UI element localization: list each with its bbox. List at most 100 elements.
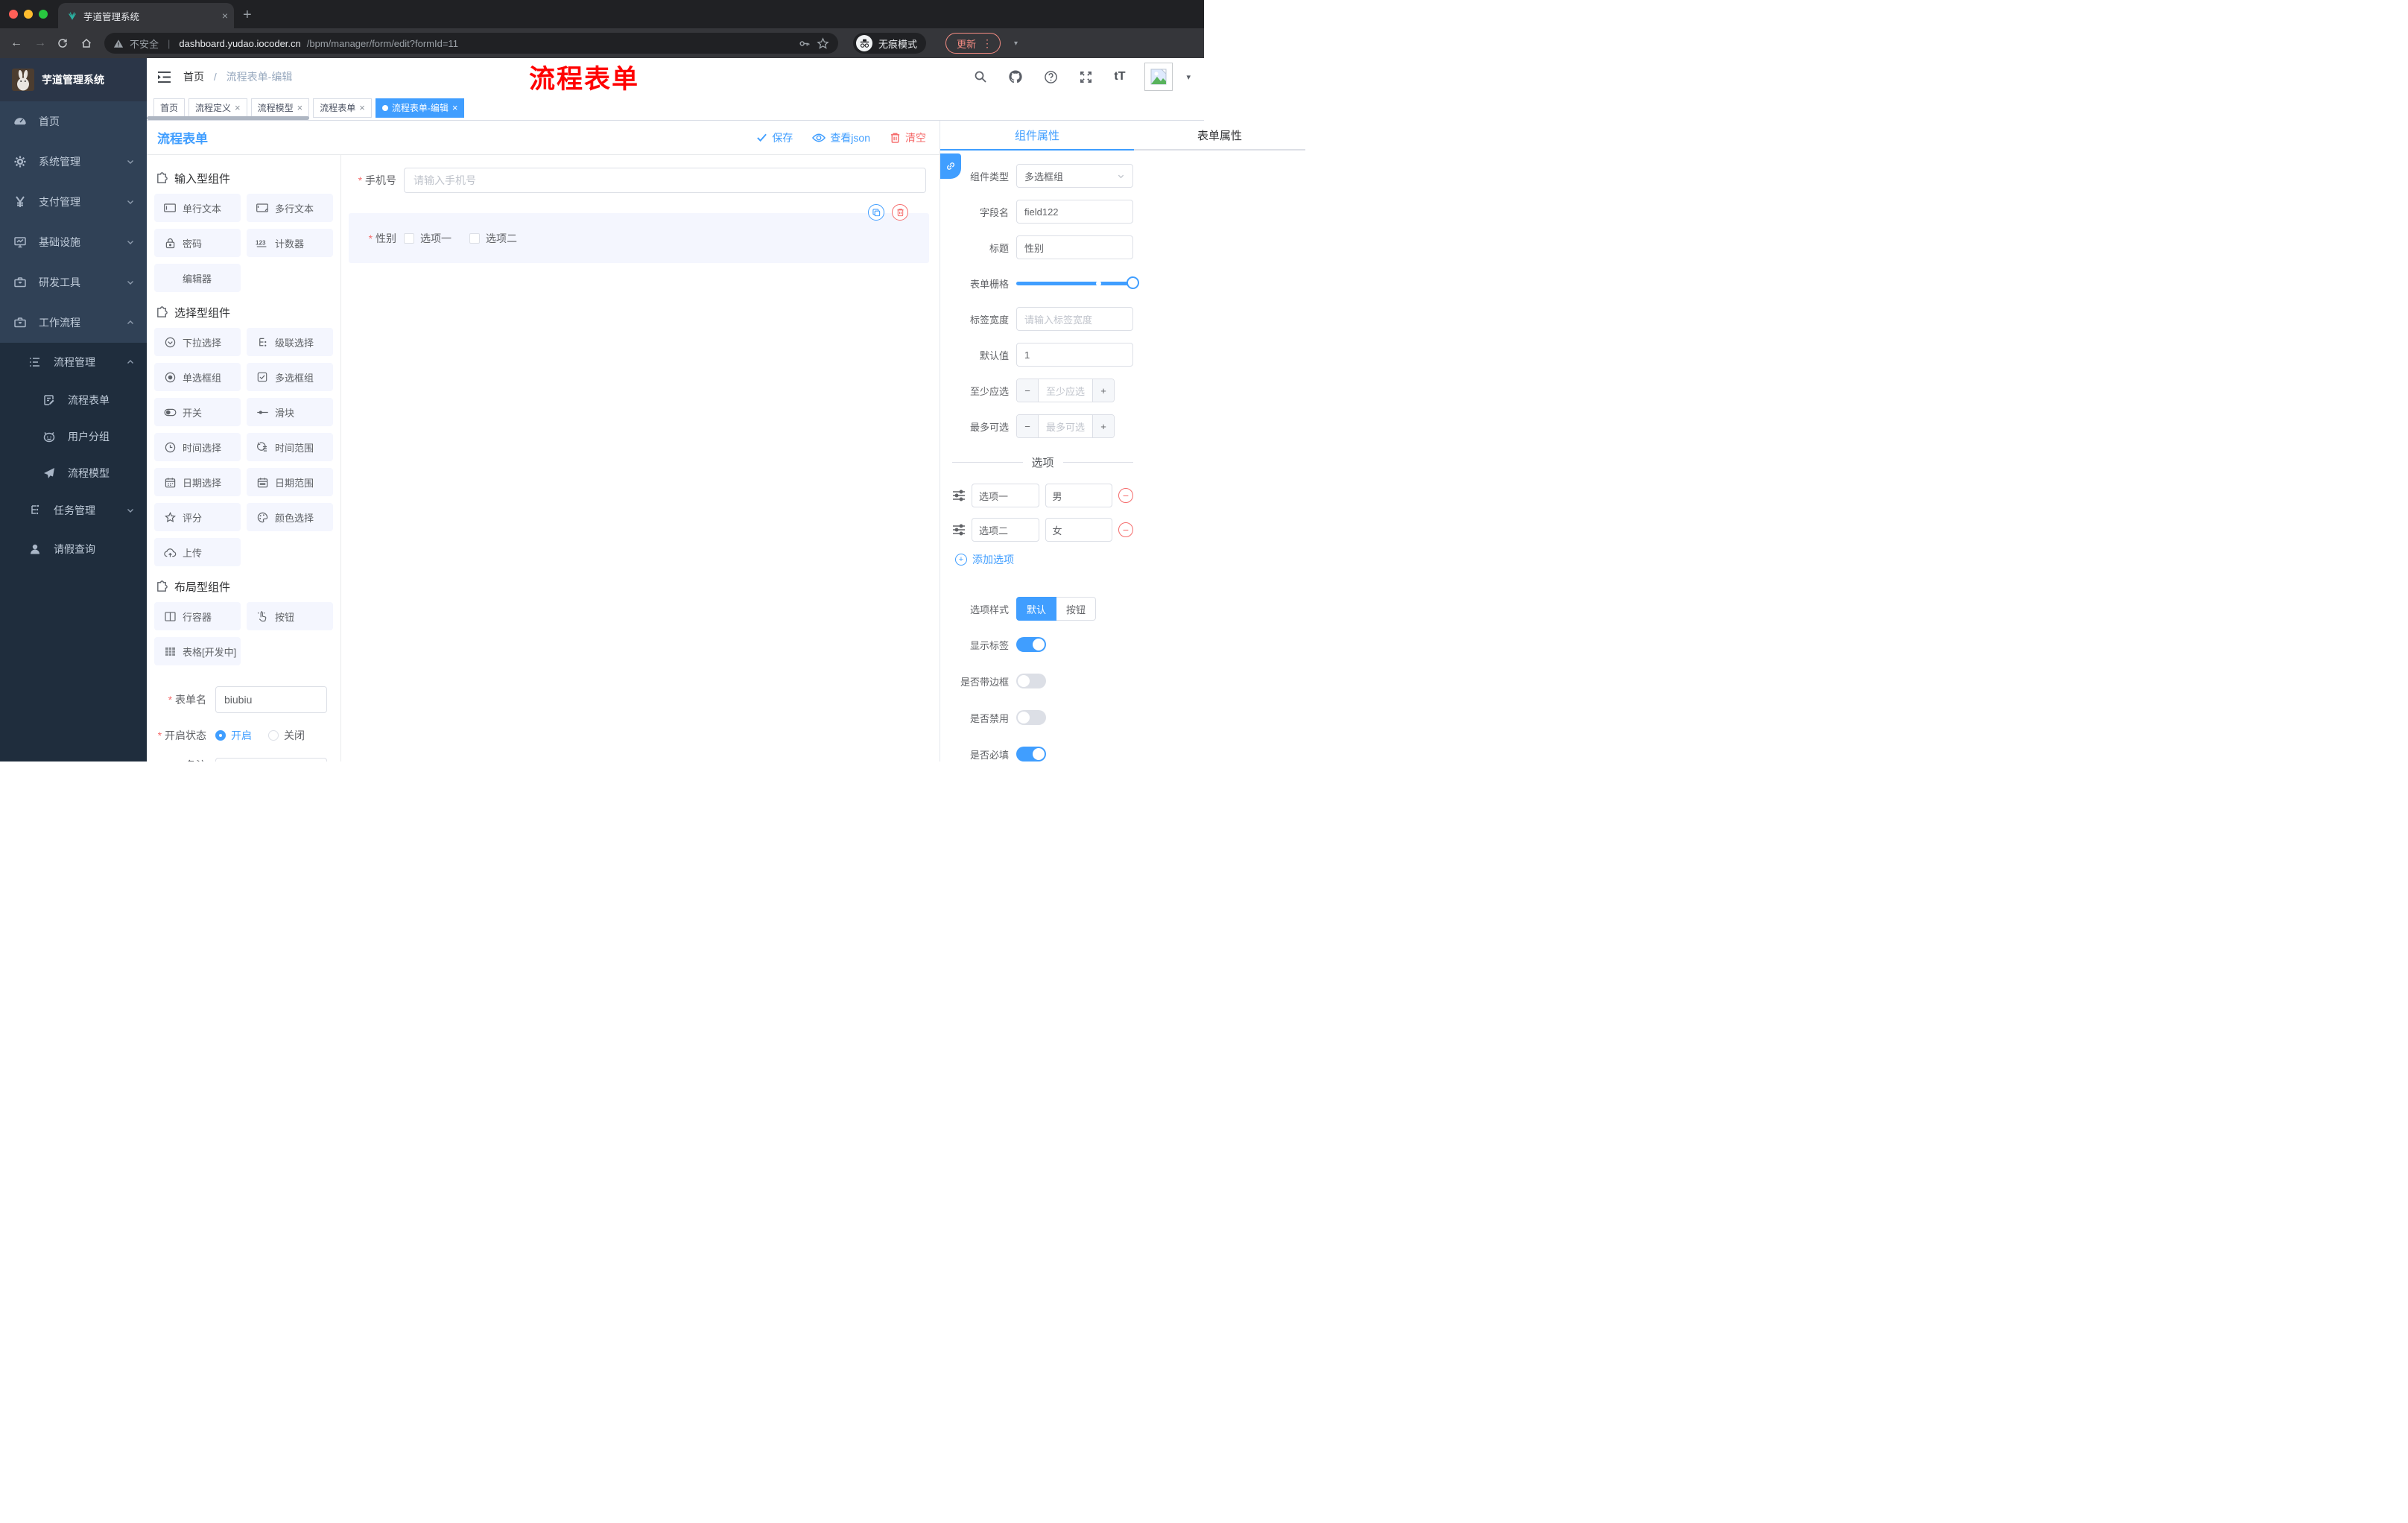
avatar[interactable] [1144, 63, 1173, 91]
tab-form-props[interactable]: 表单属性 [1134, 121, 1305, 151]
browser-tab[interactable]: 芋道管理系统 × [58, 3, 234, 28]
disabled-toggle[interactable] [1016, 710, 1046, 725]
copy-component-button[interactable] [868, 204, 884, 221]
palette-item-date-range[interactable]: 日期范围 [247, 468, 333, 496]
palette-item-upload[interactable]: 上传 [154, 538, 241, 566]
tag-close-icon[interactable]: × [452, 102, 458, 113]
forward-icon[interactable]: → [33, 37, 48, 50]
palette-item-switch[interactable]: 开关 [154, 398, 241, 426]
slider-track[interactable] [1016, 276, 1139, 289]
palette-item-checkbox-group[interactable]: 多选框组 [247, 363, 333, 391]
search-icon[interactable] [974, 70, 987, 83]
field-name-input[interactable]: field122 [1016, 200, 1133, 224]
phone-input[interactable]: 请输入手机号 [404, 168, 926, 193]
gender-option-1[interactable]: 选项一 [404, 231, 452, 246]
max-select-input[interactable]: 最多可选 [1039, 415, 1092, 437]
stepper-minus-button[interactable]: − [1017, 415, 1039, 437]
sidebar-collapse-icon[interactable] [157, 71, 171, 83]
palette-item-counter[interactable]: 123 计数器 [247, 229, 333, 257]
save-button[interactable]: 保存 [756, 130, 793, 145]
stepper-plus-button[interactable]: + [1092, 379, 1114, 402]
github-icon[interactable] [1008, 69, 1023, 84]
url-bar[interactable]: 不安全 | dashboard.yudao.iocoder.cn/bpm/man… [104, 33, 838, 54]
slider-handle[interactable] [1127, 276, 1139, 289]
palette-item-slider[interactable]: 滑块 [247, 398, 333, 426]
palette-item-select[interactable]: 下拉选择 [154, 328, 241, 356]
gender-option-2[interactable]: 选项二 [469, 231, 517, 246]
font-size-icon[interactable]: tT [1114, 70, 1125, 83]
palette-item-table[interactable]: 表格[开发中] [154, 637, 241, 665]
sidebar-item-system[interactable]: 系统管理 [0, 142, 147, 182]
tag-close-icon[interactable]: × [235, 102, 241, 113]
palette-item-color[interactable]: 颜色选择 [247, 503, 333, 531]
close-window-button[interactable] [9, 10, 18, 19]
palette-item-password[interactable]: 密码 [154, 229, 241, 257]
sidebar-item-leave-query[interactable]: 请假查询 [0, 530, 147, 569]
tag-process-definition[interactable]: 流程定义 × [188, 98, 247, 118]
password-key-icon[interactable] [798, 37, 811, 50]
avatar-caret-icon[interactable]: ▾ [1186, 72, 1191, 82]
status-radio-off[interactable]: 关闭 [268, 728, 305, 743]
minimize-window-button[interactable] [24, 10, 33, 19]
clear-button[interactable]: 清空 [890, 130, 926, 145]
palette-item-date[interactable]: 日期选择 [154, 468, 241, 496]
update-button[interactable]: 更新 ⋮ [945, 33, 1001, 54]
status-radio-on[interactable]: 开启 [215, 728, 252, 743]
component-type-select[interactable]: 多选框组 [1016, 164, 1133, 188]
sidebar-item-task-mgmt[interactable]: 任务管理 [0, 491, 147, 530]
sidebar-item-process-form[interactable]: 流程表单 [0, 381, 147, 418]
palette-item-time-range[interactable]: 时间范围 [247, 433, 333, 461]
security-warning-icon[interactable] [113, 39, 124, 48]
view-json-button[interactable]: 查看json [812, 130, 870, 145]
zoom-window-button[interactable] [39, 10, 48, 19]
style-default-button[interactable]: 默认 [1016, 597, 1057, 621]
style-button-button[interactable]: 按钮 [1056, 597, 1097, 621]
delete-component-button[interactable] [892, 204, 908, 221]
form-canvas[interactable]: 手机号 请输入手机号 性别 选项一 选项二 [341, 155, 940, 762]
breadcrumb-home[interactable]: 首页 [183, 71, 204, 83]
option-name-input[interactable]: 选项二 [972, 518, 1039, 542]
tab-close-icon[interactable]: × [222, 10, 228, 22]
tag-close-icon[interactable]: × [297, 102, 303, 113]
palette-item-single-text[interactable]: 单行文本 [154, 194, 241, 222]
form-remark-textarea[interactable]: 嘿嘿 [215, 758, 327, 762]
default-value-input[interactable]: 1 [1016, 343, 1133, 367]
link-chain-icon[interactable] [940, 153, 961, 179]
help-icon[interactable] [1044, 70, 1058, 84]
palette-item-cascader[interactable]: 级联选择 [247, 328, 333, 356]
palette-item-rate[interactable]: 评分 [154, 503, 241, 531]
stepper-plus-button[interactable]: + [1092, 415, 1114, 437]
tab-component-props[interactable]: 组件属性 [940, 121, 1134, 151]
palette-item-editor[interactable]: 编辑器 [154, 264, 241, 292]
sidebar-item-devtools[interactable]: 研发工具 [0, 262, 147, 303]
fullscreen-icon[interactable] [1079, 70, 1093, 84]
option-value-input[interactable]: 男 [1045, 484, 1112, 507]
security-label[interactable]: 不安全 [130, 37, 159, 51]
title-input[interactable]: 性别 [1016, 235, 1133, 259]
drag-handle-icon[interactable] [952, 490, 966, 501]
form-name-input[interactable]: biubiu [215, 686, 327, 713]
show-label-toggle[interactable] [1016, 637, 1046, 652]
sidebar-item-infra[interactable]: 基础设施 [0, 222, 147, 262]
remove-option-button[interactable]: − [1118, 522, 1133, 537]
canvas-field-gender-selected[interactable]: 性别 选项一 选项二 [349, 204, 929, 263]
chrome-menu-icon[interactable]: ⋮ [982, 37, 992, 50]
canvas-field-phone[interactable]: 手机号 请输入手机号 [349, 168, 929, 193]
refresh-icon[interactable] [57, 37, 72, 49]
tag-process-form[interactable]: 流程表单 × [313, 98, 372, 118]
palette-item-row-container[interactable]: 行容器 [154, 602, 241, 630]
sidebar-item-payment[interactable]: 支付管理 [0, 182, 147, 222]
palette-item-time[interactable]: 时间选择 [154, 433, 241, 461]
tag-close-icon[interactable]: × [359, 102, 365, 113]
border-toggle[interactable] [1016, 674, 1046, 688]
sidebar-item-user-group[interactable]: 用户分组 [0, 418, 147, 455]
bookmark-star-icon[interactable] [817, 37, 829, 50]
tag-home[interactable]: 首页 [153, 98, 186, 118]
palette-item-button[interactable]: 按钮 [247, 602, 333, 630]
palette-item-radio-group[interactable]: 单选框组 [154, 363, 241, 391]
add-option-button[interactable]: + 添加选项 [955, 552, 1133, 567]
tags-scrollbar-thumb[interactable] [147, 116, 309, 120]
remove-option-button[interactable]: − [1118, 488, 1133, 503]
sidebar-item-workflow[interactable]: 工作流程 [0, 303, 147, 343]
home-icon[interactable] [80, 37, 95, 49]
